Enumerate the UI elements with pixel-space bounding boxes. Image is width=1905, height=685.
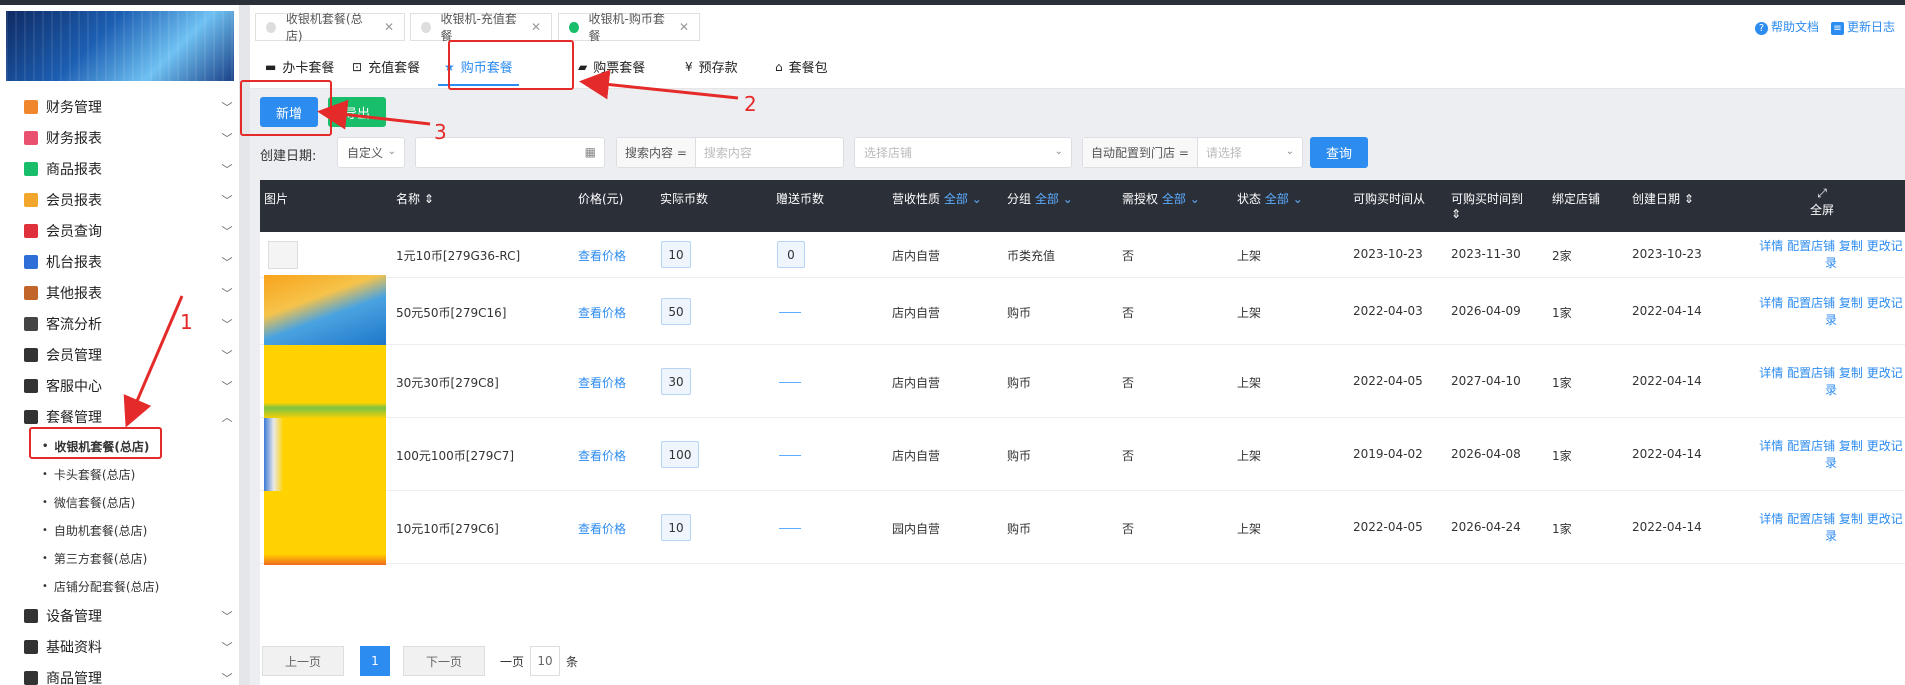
arrow-2 [579, 69, 739, 100]
arrow-1 [123, 295, 184, 428]
annotation-arrows [123, 69, 739, 428]
arrow-3 [317, 99, 431, 130]
